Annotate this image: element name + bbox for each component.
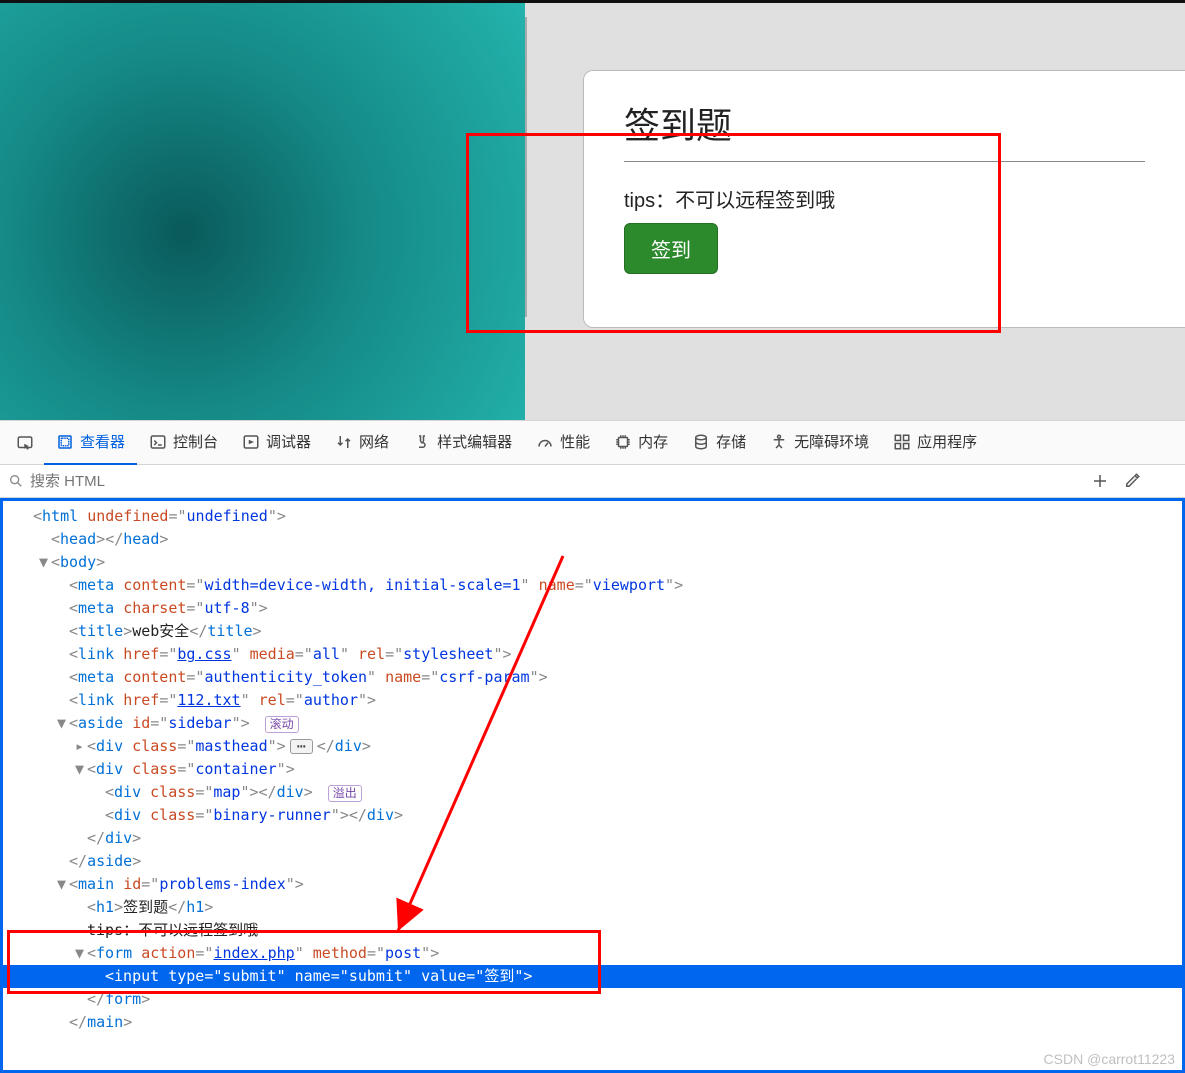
dom-line[interactable]: <title>web安全</title> bbox=[3, 620, 1182, 643]
dom-line[interactable]: <meta content="authenticity_token" name=… bbox=[3, 666, 1182, 689]
search-input[interactable] bbox=[24, 469, 1091, 494]
tab-styleeditor-label: 样式编辑器 bbox=[437, 431, 512, 452]
tab-application-label: 应用程序 bbox=[917, 431, 977, 452]
dom-line[interactable]: <div class="binary-runner"></div> bbox=[3, 804, 1182, 827]
tab-network[interactable]: 网络 bbox=[323, 421, 401, 465]
submit-button[interactable]: 签到 bbox=[624, 223, 718, 274]
tab-application[interactable]: 应用程序 bbox=[881, 421, 989, 465]
dom-line[interactable]: <div class="map"></div> 溢出 bbox=[3, 781, 1182, 804]
tab-accessibility[interactable]: 无障碍环境 bbox=[758, 421, 881, 465]
dom-line[interactable]: ▼<main id="problems-index"> bbox=[3, 873, 1182, 896]
tab-memory-label: 内存 bbox=[638, 431, 668, 452]
search-icon bbox=[8, 473, 24, 489]
dom-line[interactable]: ▼<form action="index.php" method="post"> bbox=[3, 942, 1182, 965]
tab-memory[interactable]: 内存 bbox=[602, 421, 680, 465]
divider bbox=[525, 17, 527, 317]
content-bg: 签到题 tips：不可以远程签到哦 签到 bbox=[525, 3, 1185, 420]
tab-accessibility-label: 无障碍环境 bbox=[794, 431, 869, 452]
card-title: 签到题 bbox=[624, 97, 1145, 149]
tab-performance-label: 性能 bbox=[560, 431, 590, 452]
dom-line[interactable]: </form> bbox=[3, 988, 1182, 1011]
dom-line[interactable]: ▼<aside id="sidebar"> 滚动 bbox=[3, 712, 1182, 735]
dom-line[interactable]: </main> bbox=[3, 1011, 1182, 1034]
dom-line[interactable]: <meta charset="utf-8"> bbox=[3, 597, 1182, 620]
tab-debugger[interactable]: 调试器 bbox=[230, 421, 323, 465]
dom-line[interactable]: ▸<div class="masthead">⋯</div> bbox=[3, 735, 1182, 758]
devtools-tabbar: 查看器 控制台 调试器 网络 样式编辑器 性能 内存 存储 无障碍环境 应用程序 bbox=[0, 420, 1185, 464]
card-divider bbox=[624, 161, 1145, 162]
dom-line[interactable]: <link href="112.txt" rel="author"> bbox=[3, 689, 1182, 712]
dom-line[interactable]: ▼<body> bbox=[3, 551, 1182, 574]
tab-inspector[interactable]: 查看器 bbox=[44, 421, 137, 465]
tips-text: tips：不可以远程签到哦 bbox=[624, 184, 1145, 213]
tab-inspector-label: 查看器 bbox=[80, 431, 125, 452]
dom-line[interactable]: <meta content="width=device-width, initi… bbox=[3, 574, 1182, 597]
search-bar bbox=[0, 464, 1185, 498]
tab-storage-label: 存储 bbox=[716, 431, 746, 452]
dom-tree[interactable]: <html undefined="undefined"><head></head… bbox=[0, 498, 1185, 1073]
dom-line[interactable]: <h1>签到题</h1> bbox=[3, 896, 1182, 919]
tab-debugger-label: 调试器 bbox=[266, 431, 311, 452]
element-picker[interactable] bbox=[6, 421, 44, 465]
dom-line[interactable]: <head></head> bbox=[3, 528, 1182, 551]
dom-line[interactable]: <link href="bg.css" media="all" rel="sty… bbox=[3, 643, 1182, 666]
tab-network-label: 网络 bbox=[359, 431, 389, 452]
watermark: CSDN @carrot11223 bbox=[1044, 1051, 1175, 1067]
tab-console-label: 控制台 bbox=[173, 431, 218, 452]
dom-line[interactable]: <input type="submit" name="submit" value… bbox=[3, 965, 1182, 988]
dom-line[interactable]: </aside> bbox=[3, 850, 1182, 873]
dom-line[interactable]: tips：不可以远程签到哦 bbox=[3, 919, 1182, 942]
tab-storage[interactable]: 存储 bbox=[680, 421, 758, 465]
dom-line[interactable]: <html undefined="undefined"> bbox=[3, 505, 1182, 528]
dom-line[interactable]: ▼<div class="container"> bbox=[3, 758, 1182, 781]
dom-line[interactable]: </div> bbox=[3, 827, 1182, 850]
main-card: 签到题 tips：不可以远程签到哦 签到 bbox=[583, 70, 1185, 328]
tab-styleeditor[interactable]: 样式编辑器 bbox=[401, 421, 524, 465]
sidebar-bg bbox=[0, 3, 525, 420]
page-viewport: 签到题 tips：不可以远程签到哦 签到 bbox=[0, 0, 1185, 420]
add-node-icon[interactable] bbox=[1091, 472, 1109, 490]
tab-performance[interactable]: 性能 bbox=[524, 421, 602, 465]
tab-console[interactable]: 控制台 bbox=[137, 421, 230, 465]
eyedropper-icon[interactable] bbox=[1123, 472, 1141, 490]
